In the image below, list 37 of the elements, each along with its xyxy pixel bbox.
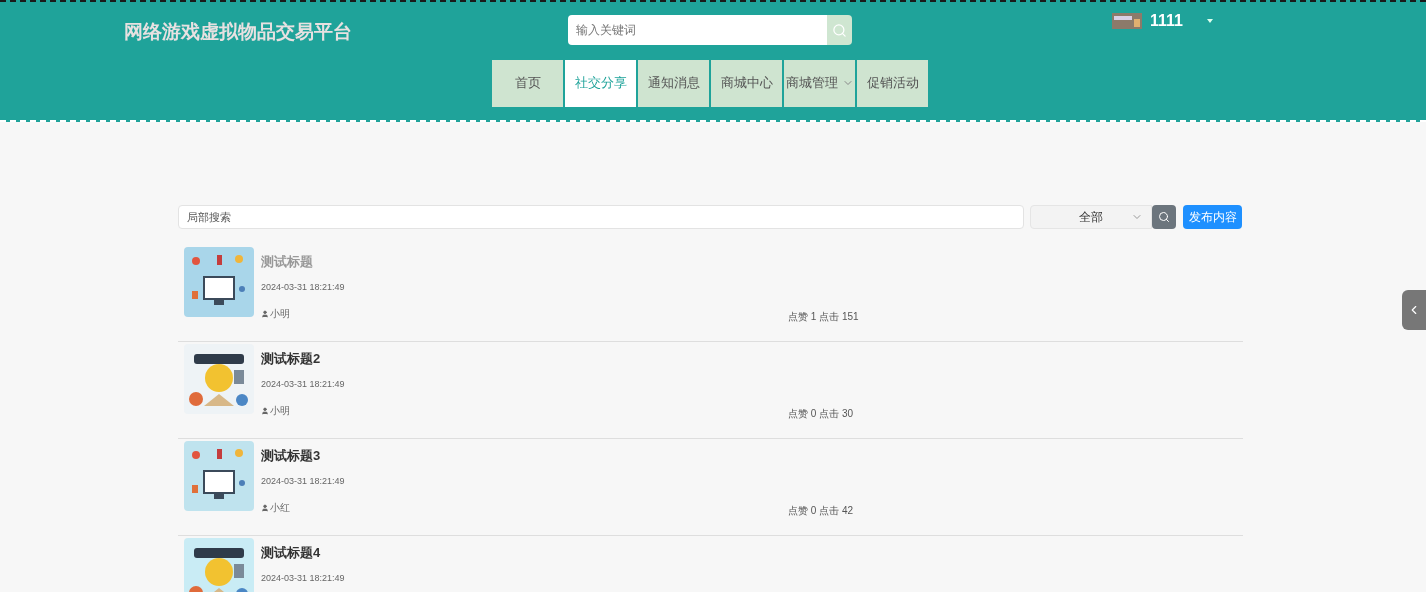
post-title[interactable]: 测试标题3 [261,446,781,466]
user-name[interactable]: 1111 [1150,9,1183,33]
user-icon [261,406,269,415]
search-icon [1158,211,1170,223]
local-search-field[interactable]: 局部搜索 [178,205,1024,229]
post-date: 2024-03-31 18:21:49 [261,377,346,391]
search-button[interactable] [1152,205,1176,229]
post-date: 2024-03-31 18:21:49 [261,280,346,294]
publish-button[interactable]: 发布内容 [1183,205,1242,229]
post-author: 小明 [270,307,290,321]
search-field[interactable]: 输入关键词 [568,15,827,45]
nav-tab[interactable]: 首页 [492,59,563,107]
category-select[interactable]: 全部 [1030,205,1152,229]
nav-tab[interactable]: 社交分享 [565,59,636,107]
post-item[interactable]: 测试标题 2024-03-31 18:21:49 小明 点赞 1 点击 151 [178,245,1243,342]
post-stats: 点赞 0 点击 42 [788,504,854,518]
post-item[interactable]: 测试标题4 2024-03-31 18:21:49 [178,536,1243,592]
search-icon [832,22,847,38]
nav-tab[interactable]: 商城管理 [784,59,855,107]
nav-tab[interactable]: 促销活动 [857,59,928,107]
post-item[interactable]: 测试标题3 2024-03-31 18:21:49 小红 点赞 0 点击 42 [178,439,1243,536]
post-stats: 点赞 0 点击 30 [788,407,854,421]
post-item[interactable]: 测试标题2 2024-03-31 18:21:49 小明 点赞 0 点击 30 [178,342,1243,439]
post-title[interactable]: 测试标题2 [261,349,781,369]
post-author: 小红 [270,501,290,515]
user-icon [261,503,269,512]
caret-icon[interactable] [1206,19,1213,23]
post-author: 小明 [270,404,290,418]
post-date: 2024-03-31 18:21:49 [261,571,346,585]
side-panel-toggle[interactable] [1402,290,1426,330]
post-title[interactable]: 测试标题4 [261,543,781,563]
post-date: 2024-03-31 18:21:49 [261,474,346,488]
nav-tab[interactable]: 商城中心 [711,59,782,107]
post-stats: 点赞 1 点击 151 [788,310,859,324]
site-title: 网络游戏虚拟物品交易平台 [124,20,353,44]
user-icon [261,309,269,318]
nav-tab[interactable]: 通知消息 [638,59,709,107]
